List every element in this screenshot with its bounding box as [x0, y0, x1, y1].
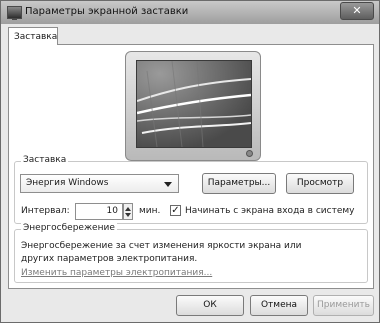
- screensaver-settings-window: Параметры экранной заставки ✕ Заставка З…: [0, 0, 380, 323]
- window-title: Параметры экранной заставки: [25, 6, 189, 17]
- cancel-button[interactable]: Отмена: [250, 295, 308, 316]
- power-settings-link[interactable]: Изменить параметры электропитания...: [21, 268, 212, 278]
- checkmark-icon: ✓: [171, 205, 180, 216]
- title-bar[interactable]: Параметры экранной заставки ✕: [1, 1, 379, 24]
- monitor-power-light: [246, 150, 253, 157]
- apply-button[interactable]: Применить: [313, 295, 374, 316]
- resume-checkbox[interactable]: ✓: [170, 205, 181, 216]
- tab-panel: Заставка Энергия Windows Параметры... Пр…: [8, 44, 374, 289]
- tab-screensaver[interactable]: Заставка: [8, 27, 58, 45]
- power-group-title: Энергосбережение: [21, 223, 117, 233]
- interval-label: Интервал:: [21, 206, 70, 216]
- close-icon: ✕: [352, 4, 362, 17]
- chevron-down-icon: [164, 182, 172, 187]
- close-button[interactable]: ✕: [340, 2, 374, 20]
- monitor-icon: [7, 6, 22, 20]
- preview-screen: [136, 60, 252, 148]
- spin-up-icon[interactable]: [125, 207, 131, 211]
- power-group: Энергосбережение Энергосбережение за сче…: [14, 223, 368, 283]
- screensaver-group: Заставка Энергия Windows Параметры... Пр…: [14, 155, 368, 224]
- settings-button[interactable]: Параметры...: [202, 173, 276, 194]
- preview-monitor: [125, 51, 261, 161]
- ok-button[interactable]: ОК: [176, 295, 244, 316]
- preview-button[interactable]: Просмотр: [286, 173, 354, 194]
- power-description: Энергосбережение за счет изменения яркос…: [21, 241, 302, 264]
- interval-spinner[interactable]: [123, 203, 133, 220]
- interval-input[interactable]: 10: [75, 203, 123, 220]
- resume-label[interactable]: Начинать с экрана входа в систему: [185, 206, 354, 216]
- screensaver-selected-value: Энергия Windows: [26, 178, 109, 188]
- energy-preview-image: [137, 61, 251, 147]
- screensaver-select[interactable]: Энергия Windows: [20, 174, 179, 193]
- spin-down-icon[interactable]: [125, 213, 131, 217]
- interval-unit: мин.: [139, 206, 161, 216]
- screensaver-group-title: Заставка: [21, 155, 69, 165]
